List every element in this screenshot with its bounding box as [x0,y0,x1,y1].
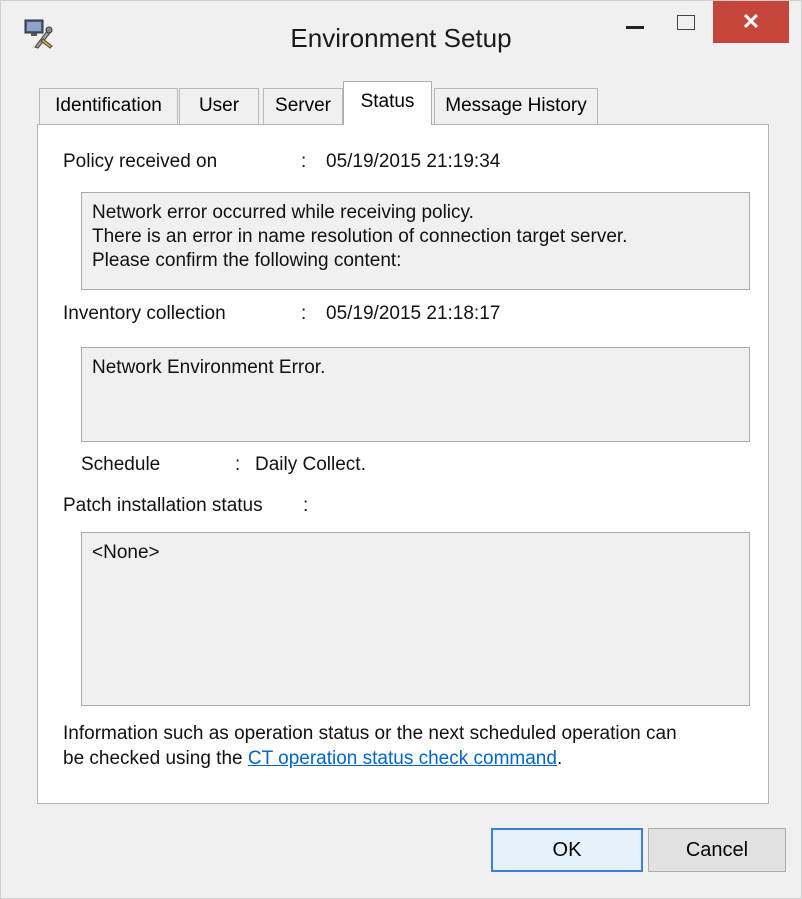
info-text-suffix: . [556,748,563,769]
inventory-collection-colon: : [301,303,307,324]
environment-setup-window: Environment Setup ✕ Identification User … [0,0,802,899]
info-text-prefix: be checked using the [63,748,248,769]
policy-message-box: Network error occurred while receiving p… [81,192,750,290]
title-bar[interactable]: Environment Setup ✕ [1,1,801,77]
policy-message-line: Please confirm the following content: [92,250,402,271]
tab-identification[interactable]: Identification [39,88,178,124]
inventory-message-box: Network Environment Error. [81,347,750,442]
tab-user[interactable]: User [179,88,259,124]
tab-server[interactable]: Server [263,88,343,124]
minimize-button[interactable] [609,1,661,45]
schedule-colon: : [235,454,241,475]
maximize-icon [677,14,695,30]
info-text-line1: Information such as operation status or … [63,723,677,744]
tab-status[interactable]: Status [343,81,432,125]
policy-received-label: Policy received on [63,151,218,172]
ok-button[interactable]: OK [491,828,643,872]
policy-message-line: Network error occurred while receiving p… [92,202,474,223]
close-button[interactable]: ✕ [713,1,789,43]
policy-message-line: There is an error in name resolution of … [92,226,628,247]
cancel-button[interactable]: Cancel [648,828,786,872]
tab-message-history[interactable]: Message History [434,88,598,124]
info-text-line2: be checked using the CT operation status… [63,748,562,770]
patch-status-box: <None> [81,532,750,706]
patch-status-label: Patch installation status [63,495,263,516]
policy-received-colon: : [301,151,307,172]
ct-status-command-link[interactable]: CT operation status check command [248,748,557,769]
patch-status-colon: : [303,495,309,516]
inventory-message: Network Environment Error. [92,357,326,378]
inventory-collection-label: Inventory collection [63,303,226,324]
minimize-icon [626,25,644,29]
patch-status-message: <None> [92,542,160,563]
maximize-button[interactable] [661,1,711,45]
schedule-label: Schedule [81,454,161,475]
schedule-value: Daily Collect. [255,454,366,475]
policy-received-value: 05/19/2015 21:19:34 [326,151,501,172]
close-icon: ✕ [741,9,761,34]
inventory-collection-value: 05/19/2015 21:18:17 [326,303,501,324]
